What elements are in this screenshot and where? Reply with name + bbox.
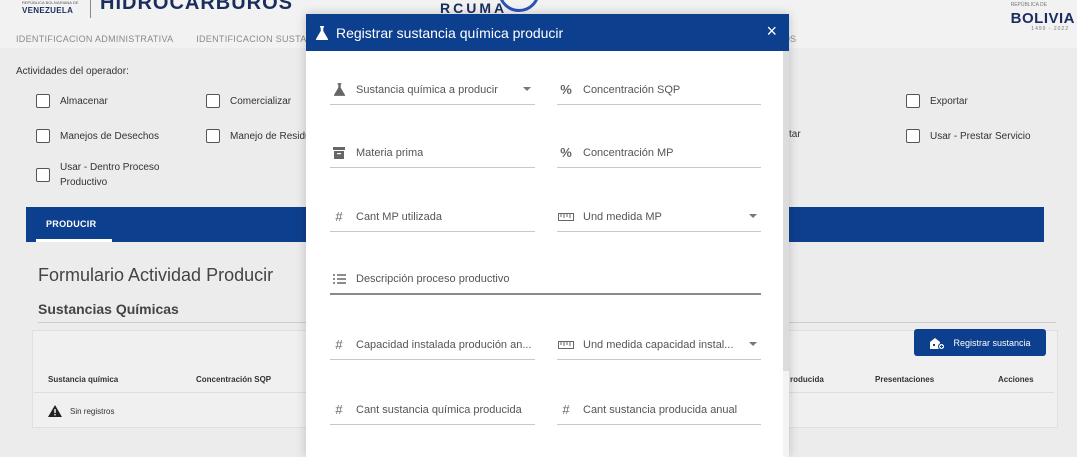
tab-active-indicator	[36, 239, 112, 242]
checkbox-label-line2: Productivo	[60, 177, 108, 188]
flask-icon	[316, 25, 328, 40]
col-presentaciones: Presentaciones	[875, 375, 935, 384]
descripcion-proceso-field[interactable]: Descripción proceso productivo	[330, 265, 761, 295]
checkbox-label-wrap: Usar - Dentro Proceso Productivo	[60, 160, 159, 190]
cant-sustancia-producida-label: Cant sustancia química producida	[356, 403, 522, 416]
tab-identificacion-administrativa[interactable]: IDENTIFICACION ADMINISTRATIVA	[16, 34, 173, 44]
tab-producir[interactable]: PRODUCIR	[46, 219, 96, 229]
checkbox-manejo-residuos[interactable]: Manejo de Residu	[206, 129, 311, 143]
modal-scrollbar[interactable]	[783, 51, 789, 457]
bolivia-word: BOLIVIA	[1010, 10, 1075, 27]
chevron-down-icon[interactable]	[749, 342, 757, 346]
checkbox-box[interactable]	[36, 94, 50, 108]
chevron-down-icon[interactable]	[749, 214, 757, 218]
checkbox-box[interactable]	[906, 129, 920, 143]
cant-mp-label: Cant MP utilizada	[356, 210, 443, 223]
flask-icon	[330, 83, 348, 96]
logo-divider	[90, 0, 91, 18]
hash-icon: #	[335, 209, 343, 224]
cant-sustancia-producida-field[interactable]: # Cant sustancia química producida	[330, 395, 535, 425]
register-substance-label: Registrar sustancia	[953, 337, 1031, 348]
bolivia-logo: REPÚBLICA DE BOLIVIA 1499 - 2022	[995, 0, 1075, 32]
concentracion-mp-label: Concentración MP	[583, 146, 674, 159]
col-acciones: Acciones	[998, 375, 1034, 384]
section-tabs: IDENTIFICACION ADMINISTRATIVA IDENTIFICA…	[16, 34, 333, 44]
warning-icon	[48, 405, 62, 417]
checkbox-box[interactable]	[206, 94, 220, 108]
scrollbar-thumb[interactable]	[783, 51, 789, 371]
checkbox-label: Manejos de Desechos	[60, 130, 159, 142]
checkbox-comercializar[interactable]: Comercializar	[206, 94, 291, 108]
sustancia-select[interactable]: Sustancia química a producir	[330, 75, 535, 105]
concentracion-sqp-field[interactable]: % Concentración SQP	[557, 75, 761, 105]
logo-country: VENEZUELA	[22, 6, 74, 15]
building-add-icon	[930, 337, 946, 350]
checkbox-partial[interactable]: tar	[789, 129, 801, 140]
descripcion-proceso-label: Descripción proceso productivo	[356, 273, 510, 285]
register-substance-modal: Registrar sustancia química producir × S…	[306, 14, 789, 457]
col-concentracion: Concentración SQP	[196, 375, 272, 384]
hash-icon: #	[335, 337, 343, 352]
tab-identificacion-sustancias[interactable]: IDENTIFICACION SUSTAN	[196, 34, 313, 44]
percent-icon: %	[560, 82, 572, 97]
col-sustancia: Sustancia química	[48, 375, 119, 384]
checkbox-box[interactable]	[36, 129, 50, 143]
hash-icon: #	[335, 402, 343, 417]
und-medida-mp-select[interactable]: Und medida MP	[557, 202, 761, 232]
und-medida-capacidad-label: Und medida capacidad instal...	[583, 338, 734, 351]
checkbox-label: Manejo de Residu	[230, 130, 311, 142]
close-icon[interactable]: ×	[766, 22, 777, 40]
materia-prima-field[interactable]: Materia prima	[330, 138, 535, 168]
col-producida: roducida	[790, 375, 824, 384]
form-title: Formulario Actividad Producir	[38, 265, 274, 285]
ruler-icon	[557, 340, 575, 349]
ruler-icon	[557, 212, 575, 221]
modal-header: Registrar sustancia química producir ×	[306, 14, 789, 51]
checkbox-label: Usar - Prestar Servicio	[930, 130, 1031, 142]
checkbox-usar-prestar-servicio[interactable]: Usar - Prestar Servicio	[906, 129, 1031, 143]
und-medida-capacidad-select[interactable]: Und medida capacidad instal...	[557, 330, 761, 360]
percent-icon: %	[560, 145, 572, 160]
empty-row: Sin registros	[48, 405, 114, 417]
checkbox-usar-dentro-proceso[interactable]: Usar - Dentro Proceso Productivo	[36, 160, 159, 190]
checkbox-exportar[interactable]: Exportar	[906, 94, 968, 108]
bolivia-dates: 1499 - 2022	[1031, 26, 1069, 32]
concentracion-mp-field[interactable]: % Concentración MP	[557, 138, 761, 168]
materia-prima-label: Materia prima	[356, 146, 424, 159]
sustancias-title: Sustancias Químicas	[38, 301, 179, 317]
cant-producida-anual-label: Cant sustancia producida anual	[583, 403, 738, 416]
archive-icon	[330, 146, 348, 159]
checkbox-label: tar	[789, 129, 801, 140]
checkbox-manejos-desechos[interactable]: Manejos de Desechos	[36, 129, 159, 143]
checkbox-label: Comercializar	[230, 95, 292, 107]
capacidad-instalada-field[interactable]: # Capacidad instalada produción an...	[330, 330, 535, 360]
checkbox-box[interactable]	[906, 94, 920, 108]
checkbox-label: Almacenar	[60, 95, 108, 107]
modal-title: Registrar sustancia química producir	[336, 24, 564, 41]
concentracion-sqp-label: Concentración SQP	[583, 83, 681, 96]
checkbox-almacenar[interactable]: Almacenar	[36, 94, 108, 108]
sustancia-label: Sustancia química a producir	[356, 83, 498, 96]
checkbox-label-line1: Usar - Dentro Proceso	[60, 162, 160, 173]
checkbox-box[interactable]	[36, 168, 50, 182]
hash-icon: #	[562, 402, 570, 417]
checkbox-label: Exportar	[930, 95, 968, 107]
logo-name: HIDROCARBUROS	[100, 0, 293, 14]
logo-small-text: REPÚBLICA BOLIVARIANA DE	[22, 0, 79, 5]
list-icon	[330, 274, 348, 284]
cant-producida-anual-field[interactable]: # Cant sustancia producida anual	[557, 395, 761, 425]
register-substance-button[interactable]: Registrar sustancia	[914, 329, 1046, 356]
checkbox-box[interactable]	[206, 129, 220, 143]
empty-text: Sin registros	[70, 406, 115, 416]
chevron-down-icon[interactable]	[523, 87, 531, 91]
activities-label: Actividades del operador:	[16, 66, 129, 77]
capacidad-instalada-label: Capacidad instalada produción an...	[356, 338, 532, 351]
cant-mp-field[interactable]: # Cant MP utilizada	[330, 202, 535, 232]
bolivia-small-text: REPÚBLICA DE	[1010, 2, 1047, 8]
und-medida-mp-label: Und medida MP	[583, 210, 662, 223]
